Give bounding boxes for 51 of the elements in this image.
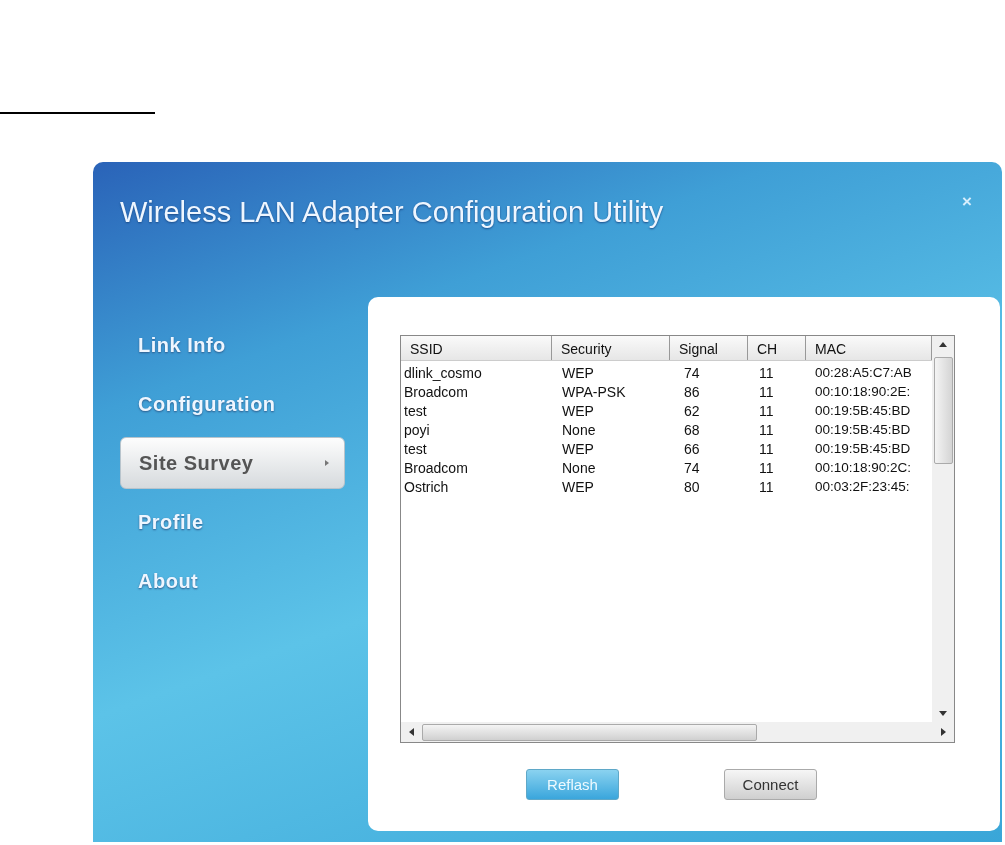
sidebar-item[interactable]: Site Survey: [120, 437, 345, 489]
window-title: Wireless LAN Adapter Configuration Utility: [120, 196, 664, 229]
table-cell-text: 11: [758, 384, 775, 402]
table-cell-text: 00:19:5B:45:BD: [814, 403, 912, 420]
table-cell-text: 11: [758, 441, 775, 459]
table-cell-text: 74: [683, 365, 701, 383]
scroll-thumb[interactable]: [422, 723, 757, 741]
table-cell-text: 74: [683, 460, 701, 478]
table-cell-text: WPA-PSK: [561, 384, 627, 402]
table-cell-text: WEP: [561, 403, 595, 421]
chevron-icon: [324, 459, 330, 467]
table-cell-text: 62: [683, 403, 701, 421]
table-cell-text: test: [403, 441, 428, 459]
connect-button[interactable]: Connect: [724, 769, 817, 800]
table-cell-text: 66: [683, 441, 701, 459]
column-header[interactable]: SSID: [401, 336, 552, 360]
column-header[interactable]: Signal: [670, 336, 748, 360]
table-cell-text: 11: [758, 365, 775, 383]
table-cell-text: dlink_cosmo: [403, 365, 483, 383]
scroll-thumb[interactable]: [933, 357, 953, 464]
table-cell-text: Broadcom: [403, 460, 469, 478]
horizontal-scrollbar[interactable]: [401, 722, 954, 742]
table-cell-text: 00:19:5B:45:BD: [814, 422, 912, 439]
table-cell-text: 11: [758, 479, 775, 497]
table-cell-text: poyi: [403, 422, 431, 440]
table-cell-text: 86: [683, 384, 701, 402]
table-cell-text: 00:10:18:90:2E:: [814, 384, 912, 401]
vertical-scrollbar[interactable]: [932, 336, 954, 722]
scroll-left-icon[interactable]: [409, 728, 414, 736]
table-cell-text: None: [561, 422, 597, 440]
table-cell-text: WEP: [561, 479, 595, 497]
table-cell-text: test: [403, 403, 428, 421]
table-cell-text: 80: [683, 479, 701, 497]
scroll-right-icon[interactable]: [941, 728, 946, 736]
table-cell-text: None: [561, 460, 597, 478]
table-cell-text: Ostrich: [403, 479, 450, 497]
table-cell-text: 00:19:5B:45:BD: [814, 441, 912, 458]
table-cell-text: WEP: [561, 365, 595, 383]
table-cell-text: WEP: [561, 441, 595, 459]
table-cell-text: 11: [758, 403, 775, 421]
scroll-down-icon[interactable]: [939, 711, 947, 716]
column-header[interactable]: Security: [552, 336, 670, 360]
table-cell-text: 00:03:2F:23:45:: [814, 479, 911, 496]
table-cell-text: Broadcom: [403, 384, 469, 402]
table-cell-text: 00:28:A5:C7:AB: [814, 365, 913, 382]
column-header[interactable]: CH: [748, 336, 806, 360]
table-cell-text: 11: [758, 422, 775, 440]
table-cell-text: 11: [758, 460, 775, 478]
table-cell-text: 00:10:18:90:2C:: [814, 460, 913, 477]
table-cell-text: 68: [683, 422, 701, 440]
scroll-up-icon[interactable]: [939, 342, 947, 347]
